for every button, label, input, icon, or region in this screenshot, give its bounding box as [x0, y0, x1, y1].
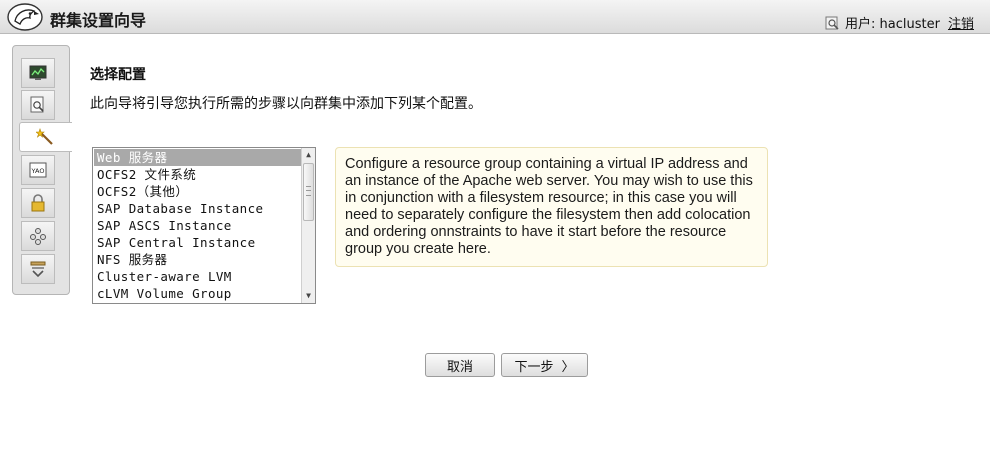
logout-link[interactable]: 注销: [948, 13, 974, 32]
user-box: 用户: hacluster 注销: [825, 13, 974, 32]
configuration-options: Web 服务器 OCFS2 文件系统 OCFS2（其他） SAP Databas…: [94, 149, 302, 302]
user-search-icon: [825, 16, 839, 30]
option-cluster-lvm[interactable]: Cluster-aware LVM: [94, 268, 302, 285]
step-resources[interactable]: [21, 221, 55, 251]
username-label: 用户: hacluster: [845, 17, 940, 32]
listbox-scrollbar[interactable]: ▲ ▼: [301, 148, 315, 303]
step-configuration[interactable]: [19, 122, 72, 152]
yao-icon: YAO: [29, 162, 47, 178]
page-title: 选择配置: [90, 67, 146, 83]
wand-icon: [36, 128, 53, 145]
cancel-label: 取消: [446, 359, 473, 375]
option-sap-central[interactable]: SAP Central Instance: [94, 234, 302, 251]
step-monitor[interactable]: [21, 58, 55, 88]
page-description: 此向导将引导您执行所需的步骤以向群集中添加下列某个配置。: [90, 96, 482, 112]
option-web-server[interactable]: Web 服务器: [94, 149, 302, 166]
document-search-icon: [30, 96, 44, 113]
next-label: 下一步: [514, 359, 554, 375]
summary-icon: [30, 261, 46, 278]
configuration-listbox[interactable]: Web 服务器 OCFS2 文件系统 OCFS2（其他） SAP Databas…: [92, 147, 316, 304]
resources-icon: [30, 228, 46, 245]
title-bar: 群集设置向导 用户: hacluster 注销: [0, 0, 990, 34]
option-sap-ascs[interactable]: SAP ASCS Instance: [94, 217, 302, 234]
lock-icon: [31, 194, 45, 212]
cancel-button[interactable]: 取消: [425, 353, 495, 377]
option-nfs-server[interactable]: NFS 服务器: [94, 251, 302, 268]
monitor-icon: [29, 65, 47, 80]
option-sap-database[interactable]: SAP Database Instance: [94, 200, 302, 217]
step-summary[interactable]: [21, 254, 55, 284]
app-title: 群集设置向导: [50, 11, 147, 30]
hawk-logo-icon: [7, 3, 43, 31]
chevron-right-icon: 〉: [561, 359, 575, 375]
svg-text:YAO: YAO: [31, 167, 45, 175]
next-button[interactable]: 下一步 〉: [501, 353, 588, 377]
option-ocfs2-filesystem[interactable]: OCFS2 文件系统: [94, 166, 302, 183]
grip-icon: [306, 186, 311, 196]
option-ocfs2-other[interactable]: OCFS2（其他）: [94, 183, 302, 200]
scroll-thumb[interactable]: [303, 163, 314, 221]
scroll-up-icon[interactable]: ▲: [302, 148, 315, 162]
step-yao[interactable]: YAO: [21, 155, 55, 185]
scroll-down-icon[interactable]: ▼: [302, 289, 315, 303]
option-clvm-volume-group[interactable]: cLVM Volume Group: [94, 285, 302, 302]
step-security[interactable]: [21, 188, 55, 218]
step-document[interactable]: [21, 90, 55, 120]
configuration-help-text: Configure a resource group containing a …: [335, 147, 768, 267]
wizard-step-nav: YAO: [12, 45, 72, 295]
